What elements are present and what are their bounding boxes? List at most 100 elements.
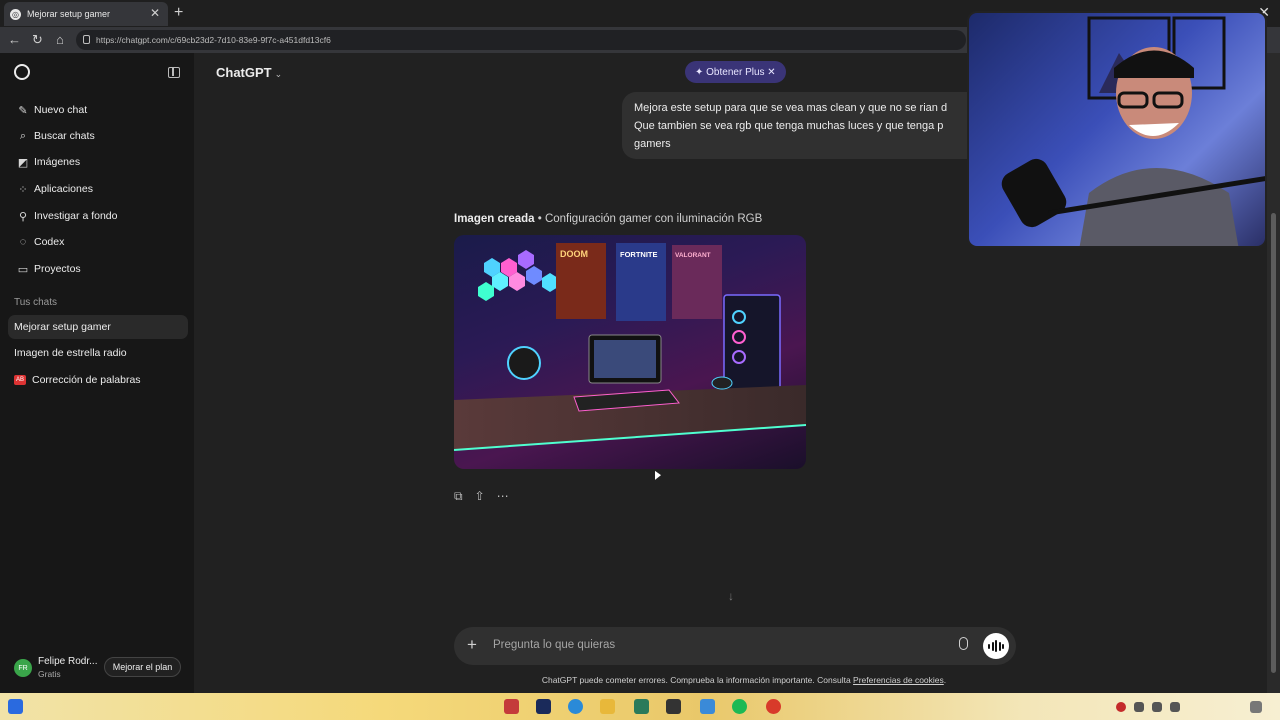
openai-logo-icon[interactable] (14, 64, 30, 80)
user-name-block: Felipe Rodr... Gratis (38, 656, 97, 680)
start-icon[interactable] (8, 699, 23, 714)
tray-icon[interactable] (1116, 702, 1126, 712)
wifi-icon[interactable] (1152, 702, 1162, 712)
tray-icon[interactable] (1134, 702, 1144, 712)
chat-item-imagen-estrella[interactable]: Imagen de estrella radio (8, 341, 188, 365)
chat-item-mejorar-setup[interactable]: Mejorar setup gamer (8, 315, 188, 339)
sidebar-item-label: Investigar a fondo (34, 210, 118, 222)
sidebar-item-codex[interactable]: ◌ Codex (8, 230, 188, 254)
user-plan: Gratis (38, 669, 61, 679)
sidebar-item-label: Proyectos (34, 263, 81, 275)
edge-icon[interactable] (568, 699, 583, 714)
reload-icon[interactable]: ↻ (32, 32, 43, 48)
poster-fortnite-label: FORTNITE (620, 250, 658, 259)
webcam-person-illustration (1001, 16, 1265, 246)
your-chats-heading: Tus chats (14, 297, 57, 308)
file-explorer-icon[interactable] (600, 699, 615, 714)
new-chat-icon: ✎ (18, 104, 28, 117)
model-name: ChatGPT (216, 65, 272, 80)
scrollbar-thumb[interactable] (1271, 213, 1276, 673)
more-options-icon[interactable]: ⋯ (497, 489, 509, 504)
message-composer[interactable]: + Pregunta lo que quieras (454, 627, 1016, 665)
photoshop-icon[interactable] (536, 699, 551, 714)
scrollbar[interactable] (1267, 53, 1280, 693)
chrome-icon[interactable] (766, 699, 781, 714)
scroll-down-icon[interactable]: ↓ (728, 589, 734, 603)
user-message-bubble: Mejora este setup para que se vea mas cl… (622, 92, 1002, 159)
back-icon[interactable]: ← (8, 32, 21, 47)
sidebar-item-apps[interactable]: ⁘ Aplicaciones (8, 177, 188, 201)
images-icon: ◩ (17, 156, 29, 169)
sidebar-item-label: Aplicaciones (34, 183, 93, 195)
image-caption: Imagen creada • Configuración gamer con … (454, 213, 762, 225)
browser-tab[interactable]: ◎ Mejorar setup gamer ✕ (4, 2, 168, 26)
headphones (507, 346, 541, 380)
chevron-down-icon: ⌄ (274, 69, 283, 79)
pc-tower (723, 294, 781, 396)
volume-icon[interactable] (1170, 702, 1180, 712)
tab-title: Mejorar setup gamer (27, 9, 111, 19)
upgrade-plan-button[interactable]: Mejorar el plan (104, 657, 181, 677)
disclaimer-end: . (943, 675, 947, 685)
home-icon[interactable]: ⌂ (56, 32, 64, 47)
sidebar-item-label: Codex (34, 236, 65, 248)
sidebar-item-images[interactable]: ◩ Imágenes (8, 150, 188, 174)
user-message-line: gamers (634, 138, 671, 150)
add-attachment-icon[interactable]: + (467, 635, 477, 655)
image-caption-title: Imagen creada (454, 213, 535, 225)
poster-valorant-label: VALORANT (675, 252, 711, 259)
url-field[interactable]: https://chatgpt.com/c/69cb23d2-7d10-83e9… (76, 30, 966, 50)
generated-image[interactable]: DOOM FORTNITE VALORANT (454, 235, 806, 469)
sidebar-item-new-chat[interactable]: ✎ Nuevo chat (8, 98, 188, 122)
codex-icon: ◌ (19, 236, 27, 248)
sidebar-item-label: Imágenes (34, 156, 81, 168)
chatgpt-favicon-icon: ◎ (10, 8, 21, 20)
sidebar-item-search[interactable]: ⌕ Buscar chats (8, 124, 188, 148)
webcam-overlay (967, 11, 1267, 248)
close-tab-icon[interactable]: ✕ (150, 6, 160, 20)
taskbar-app-icon[interactable] (634, 699, 649, 714)
url-text: https://chatgpt.com/c/69cb23d2-7d10-83e9… (96, 35, 331, 45)
sidebar-item-label: Nuevo chat (34, 104, 88, 116)
search-icon: ⌕ (19, 129, 27, 142)
copy-icon[interactable]: ⧉ (454, 489, 463, 504)
new-tab-icon[interactable]: + (174, 4, 183, 22)
notification-icon[interactable] (1250, 701, 1262, 713)
taskbar-app-icon[interactable] (666, 699, 681, 714)
sidebar-item-deep-research[interactable]: ⚲ Investigar a fondo (8, 204, 188, 228)
microphone-icon[interactable] (959, 637, 968, 650)
chat-badge-icon: AB (14, 375, 26, 385)
disclaimer: ChatGPT puede cometer errores. Comprueba… (194, 675, 1280, 685)
chat-item-label: Imagen de estrella radio (14, 347, 127, 359)
composer-input[interactable]: Pregunta lo que quieras (493, 639, 615, 651)
poster-doom-label: DOOM (560, 249, 588, 259)
sidebar: ✎ Nuevo chat ⌕ Buscar chats ◩ Imágenes ⁘… (0, 53, 194, 693)
share-icon[interactable]: ⇧ (475, 489, 485, 504)
sidebar-item-label: Buscar chats (34, 130, 95, 142)
apps-icon: ⁘ (18, 183, 28, 196)
taskbar-app-icon[interactable] (700, 699, 715, 714)
site-info-icon[interactable] (83, 35, 90, 44)
voice-mode-button[interactable] (983, 633, 1009, 659)
folder-icon: ▭ (17, 263, 29, 276)
sidebar-item-projects[interactable]: ▭ Proyectos (8, 257, 188, 281)
image-caption-description: • Configuración gamer con iluminación RG… (534, 213, 763, 225)
chat-item-label: Mejorar setup gamer (14, 321, 111, 333)
cookie-preferences-link[interactable]: Preferencias de cookies (853, 675, 944, 685)
hex-lights (478, 250, 558, 301)
user-name: Felipe Rodr... (38, 656, 98, 667)
user-profile[interactable]: FR Felipe Rodr... Gratis (14, 656, 97, 680)
user-message-line: Mejora este setup para que se vea mas cl… (634, 102, 948, 114)
chat-item-correccion[interactable]: AB Corrección de palabras (8, 368, 188, 392)
sidebar-toggle-icon[interactable] (168, 67, 180, 78)
image-actions: ⧉ ⇧ ⋯ (454, 489, 509, 504)
avatar: FR (14, 659, 32, 677)
spotify-icon[interactable] (732, 699, 747, 714)
get-plus-button[interactable]: ✦ Obtener Plus ✕ (685, 61, 786, 83)
disclaimer-text: ChatGPT puede cometer errores. Comprueba… (541, 675, 854, 685)
gaming-setup-illustration: DOOM FORTNITE VALORANT (454, 243, 806, 451)
windows-taskbar (0, 693, 1280, 720)
deep-research-icon: ⚲ (18, 210, 28, 223)
taskbar-app-icon[interactable] (504, 699, 519, 714)
model-selector[interactable]: ChatGPT ⌄ (216, 65, 282, 80)
